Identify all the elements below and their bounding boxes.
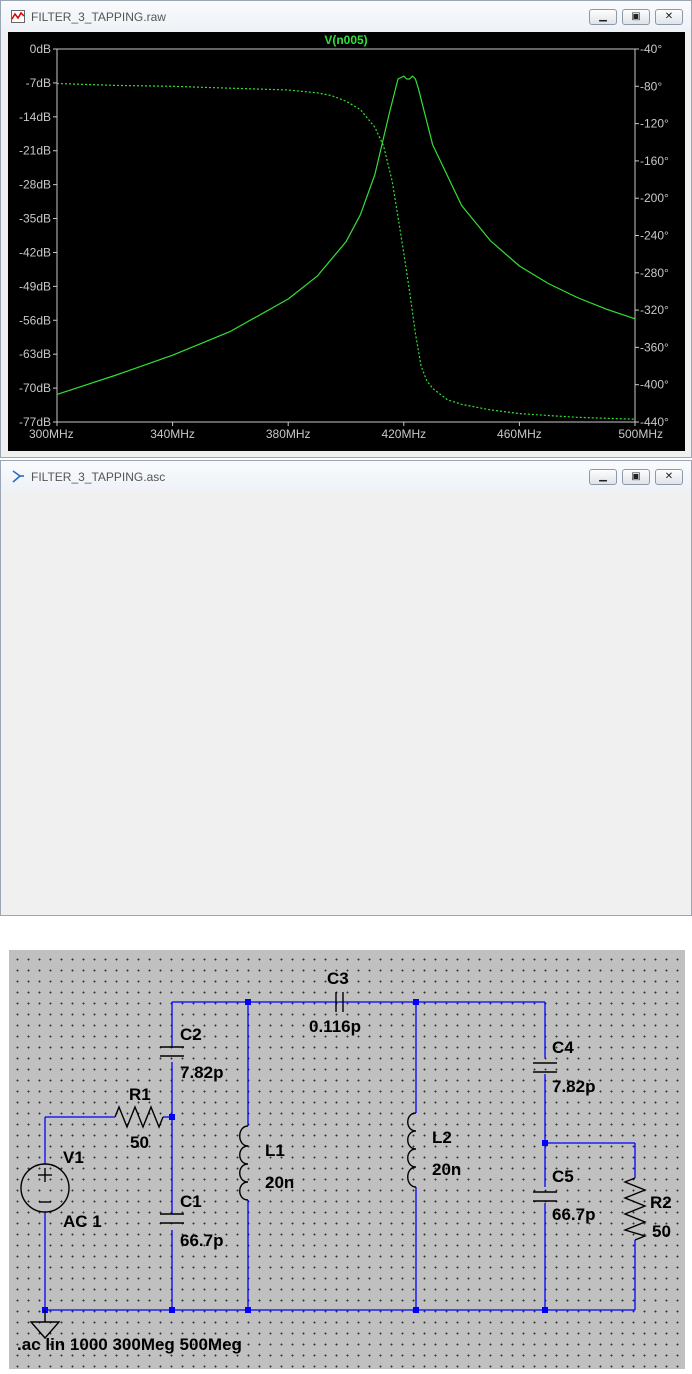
inductor-l2[interactable] [407,1112,417,1188]
c3-value: 0.116p [309,1017,361,1036]
y-right-tick-label: -80° [640,79,662,93]
waveform-plot[interactable]: V(n005) 0dB -7dB -14dB -21dB -28dB -35dB -42dB -… [8,32,685,451]
resistor-r2[interactable] [622,1177,648,1241]
v1-name: V1 [63,1148,84,1167]
l2-name: L2 [432,1128,452,1147]
y-right-tick-label: -200° [640,191,669,205]
y-right-tick-label: -400° [640,378,669,392]
y-right-tick-label: -320° [640,303,669,317]
waveform-icon [11,10,25,23]
restore-button[interactable]: ▣ [622,9,650,25]
schematic-drawing: C3 0.116p C2 7.82p R1 50 L1 20n L2 20n C… [17,969,672,1354]
schematic-window-title: FILTER_3_TAPPING.asc [31,470,166,484]
x-tick-label: 460MHz [497,427,542,441]
y-right-tick-label: -160° [640,154,669,168]
y-right-tick-label: -40° [640,42,662,56]
c2-name: C2 [180,1025,202,1044]
restore-icon: ▣ [631,471,641,482]
y-right-tick-label: -280° [640,266,669,280]
x-tick-label: 300MHz [29,427,74,441]
phase-trace [56,82,636,420]
plot-window: FILTER_3_TAPPING.raw ▁ ▣ ✕ V(n005) 0dB -7d… [0,0,692,458]
y-right-tick-label: -120° [640,117,669,131]
x-tick-label: 420MHz [381,427,426,441]
y-left-tick-label: -14dB [19,110,51,124]
minimize-button[interactable]: ▁ [589,9,617,25]
schematic-icon [12,470,24,483]
plot-window-titlebar[interactable]: FILTER_3_TAPPING.raw ▁ ▣ ✕ [1,1,691,31]
x-tick-label: 380MHz [266,427,311,441]
x-tick-label: 500MHz [618,427,663,441]
capacitor-c4[interactable] [533,1062,557,1073]
close-icon: ✕ [664,471,674,482]
r2-name: R2 [650,1193,672,1212]
component-labels: C3 0.116p C2 7.82p R1 50 L1 20n L2 20n C… [17,969,672,1354]
y-left-tick-label: -56dB [19,313,51,327]
y-left-tick-label: -42dB [19,245,51,259]
c3-name: C3 [327,969,349,988]
restore-icon: ▣ [631,11,641,22]
capacitor-c5[interactable] [533,1191,557,1202]
r2-value: 50 [652,1222,671,1241]
c4-value: 7.82p [552,1077,595,1096]
schematic-window-titlebar[interactable]: FILTER_3_TAPPING.asc ▁ ▣ ✕ [1,461,691,491]
c4-name: C4 [552,1038,574,1057]
c2-value: 7.82p [180,1063,223,1082]
plot-frame [56,48,636,423]
c5-value: 66.7p [552,1205,595,1224]
capacitor-c2[interactable] [160,1046,184,1057]
l2-value: 20n [432,1160,461,1179]
y-right-tick-label: -240° [640,229,669,243]
wire-junctions [42,999,548,1313]
y-left-tick-label: -35dB [19,212,51,226]
ground-symbol [29,1310,61,1340]
close-button[interactable]: ✕ [655,9,683,25]
voltage-source-v1[interactable] [20,1163,70,1213]
spice-directive[interactable]: .ac lin 1000 300Meg 500Meg [17,1335,242,1354]
schematic-canvas[interactable]: C3 0.116p C2 7.82p R1 50 L1 20n L2 20n C… [9,950,685,1369]
trace-name-label: V(n005) [324,33,367,47]
inductor-l1[interactable] [239,1125,249,1201]
c5-name: C5 [552,1167,574,1186]
schematic-window: FILTER_3_TAPPING.asc ▁ ▣ ✕ C3 0.116p C2 … [0,460,692,1369]
restore-button[interactable]: ▣ [622,469,650,485]
y-left-tick-label: -49dB [19,279,51,293]
y-left-tick-label: 0dB [30,42,51,56]
y-left-tick-label: -7dB [26,76,51,90]
c1-value: 66.7p [180,1231,223,1250]
l1-name: L1 [265,1141,285,1160]
c1-name: C1 [180,1192,202,1211]
y-left-tick-label: -21dB [19,144,51,158]
close-button[interactable]: ✕ [655,469,683,485]
r1-name: R1 [129,1085,151,1104]
close-icon: ✕ [664,11,674,22]
r1-value: 50 [130,1133,149,1152]
waveform-chart: V(n005) 0dB -7dB -14dB -21dB -28dB -35dB -42dB -… [19,33,669,441]
y-left-tick-label: -70dB [19,381,51,395]
minimize-button[interactable]: ▁ [589,469,617,485]
y-left-tick-label: -28dB [19,178,51,192]
plot-window-title: FILTER_3_TAPPING.raw [31,10,166,24]
y-left-tick-label: -63dB [19,347,51,361]
l1-value: 20n [265,1173,294,1192]
wires [44,1001,636,1311]
magnitude-trace [56,75,636,395]
resistor-r1[interactable] [114,1105,164,1129]
minimize-icon: ▁ [599,471,607,482]
y-right-tick-label: -360° [640,340,669,354]
minimize-icon: ▁ [599,11,607,22]
capacitor-c1[interactable] [160,1213,184,1224]
v1-value: AC 1 [63,1212,102,1231]
x-tick-label: 340MHz [150,427,195,441]
